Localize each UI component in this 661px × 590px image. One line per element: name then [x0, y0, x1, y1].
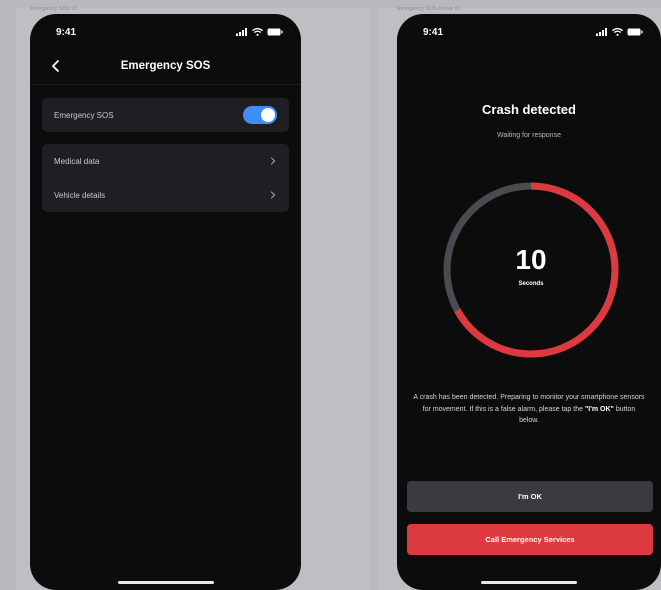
im-ok-button[interactable]: I'm OK: [407, 481, 653, 512]
status-icons: [236, 28, 283, 36]
status-time: 9:41: [56, 26, 77, 38]
chevron-right-icon: [270, 157, 276, 165]
details-card: Medical data Vehicle details: [42, 144, 289, 212]
chevron-right-icon: [270, 191, 276, 199]
vehicle-details-row[interactable]: Vehicle details: [42, 178, 289, 212]
status-bar: 9:41: [30, 22, 301, 42]
status-time: 9:41: [423, 26, 444, 38]
emergency-sos-label: Emergency SOS: [54, 110, 114, 120]
medical-data-label: Medical data: [54, 156, 100, 166]
cellular-signal-icon: [236, 28, 247, 36]
crash-message-emphasis: "I'm OK": [584, 405, 614, 413]
countdown-number: 10: [515, 244, 547, 275]
cellular-signal-icon: [596, 28, 607, 36]
home-indicator: [117, 581, 214, 584]
countdown-ring: 10 Seconds: [441, 180, 621, 360]
home-indicator: [481, 581, 577, 584]
countdown-unit: Seconds: [518, 281, 544, 287]
vehicle-details-label: Vehicle details: [54, 190, 106, 200]
crash-subtitle: Waiting for response: [497, 132, 561, 139]
chevron-left-icon[interactable]: [48, 58, 64, 74]
toggle-knob: [261, 108, 275, 122]
phone-settings-screen: 9:41 Emergency SOS Emergency SOS Medical…: [30, 14, 301, 590]
wifi-icon: [252, 28, 263, 36]
page-title: Emergency SOS: [120, 60, 211, 72]
status-icons: [596, 28, 643, 36]
battery-icon: [627, 28, 643, 36]
battery-icon: [267, 28, 283, 36]
nav-divider: [30, 84, 301, 85]
medical-data-row[interactable]: Medical data: [42, 144, 289, 178]
crash-title: Crash detected: [482, 102, 576, 117]
status-bar: 9:41: [397, 22, 661, 42]
frame-label-left: Emergency SOS UI: [30, 6, 77, 12]
wifi-icon: [612, 28, 623, 36]
sos-toggle-card: Emergency SOS: [42, 98, 289, 132]
crash-message: A crash has been detected. Preparing to …: [413, 392, 645, 427]
emergency-sos-toggle[interactable]: [243, 106, 277, 124]
call-emergency-services-button[interactable]: Call Emergency Services: [407, 524, 653, 555]
emergency-sos-row: Emergency SOS: [42, 98, 289, 132]
frame-label-right: Emergency SOS Active UI: [397, 6, 460, 12]
phone-crash-screen: 9:41 Crash detected Waiting for response: [397, 14, 661, 590]
navigation-bar: Emergency SOS: [30, 54, 301, 78]
